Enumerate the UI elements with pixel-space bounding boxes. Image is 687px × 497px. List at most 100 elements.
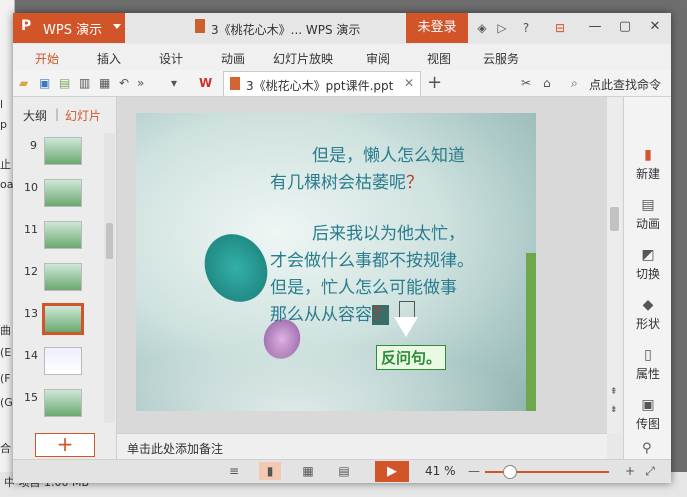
notes-placeholder: 单击此处添加备注 bbox=[127, 442, 224, 456]
canvas-scrollbar[interactable]: ⇞ ⇟ bbox=[607, 97, 622, 433]
new-doc-icon: ▮ bbox=[644, 147, 652, 163]
open-icon[interactable]: ▰ bbox=[19, 76, 33, 90]
feedback-icon[interactable]: ▷ bbox=[495, 21, 509, 35]
new-button[interactable]: ▮ 新建 bbox=[624, 143, 671, 187]
reading-view-icon[interactable]: ▤ bbox=[333, 462, 355, 480]
add-slide-button[interactable]: + bbox=[35, 433, 95, 457]
slide-number: 12 bbox=[24, 265, 38, 278]
tab-animation[interactable]: 动画 bbox=[221, 50, 245, 67]
tab-slides[interactable]: 幻灯片 bbox=[65, 107, 101, 124]
slide-number: 11 bbox=[24, 223, 38, 236]
transition-icon: ◩ bbox=[641, 247, 655, 263]
zoom-level: 41 % bbox=[425, 464, 456, 478]
shape-button[interactable]: ◆ 形状 bbox=[624, 293, 671, 337]
answer-box: 反问句。 bbox=[376, 345, 447, 370]
print-preview-icon[interactable]: ▦ bbox=[99, 76, 113, 90]
document-tab[interactable]: 3《桃花心木》ppt课件.ppt ✕ bbox=[223, 71, 421, 96]
title-bar: P WPS 演示 3《桃花心木》... WPS 演示 未登录 ◈ ▷ ? ⊟ —… bbox=[13, 13, 671, 43]
tab-outline[interactable]: 大纲 bbox=[23, 107, 47, 124]
slide-thumbnail-selected[interactable] bbox=[42, 303, 84, 335]
bg-text: 止 bbox=[0, 158, 11, 171]
slide-thumbnail[interactable] bbox=[44, 137, 82, 165]
properties-icon: ▯ bbox=[644, 347, 652, 363]
slide[interactable]: 但是，懒人怎么知道 有几棵树会枯萎呢？ 后来我以为他太忙， 才会做什么事都不按规… bbox=[136, 113, 536, 411]
login-button[interactable]: 未登录 bbox=[406, 13, 468, 43]
search-icon[interactable]: ⌕ bbox=[571, 76, 585, 90]
tab-view[interactable]: 视图 bbox=[427, 50, 451, 67]
shape-icon: ◆ bbox=[642, 297, 654, 313]
format-icon[interactable]: ⌂ bbox=[543, 76, 557, 90]
slide-number: 13 bbox=[24, 307, 38, 320]
skin-icon[interactable]: ◈ bbox=[475, 21, 489, 35]
slide-text-line: 那么从从容容？ bbox=[270, 305, 389, 325]
app-menu-button[interactable]: P WPS 演示 bbox=[13, 13, 125, 43]
slide-thumbnail[interactable] bbox=[44, 263, 82, 291]
fit-window-icon[interactable]: ⤢ bbox=[639, 462, 661, 480]
slide-panel: 大纲 | 幻灯片 9 10 11 12 13 14 15 + bbox=[13, 97, 117, 459]
bg-text: (G bbox=[0, 396, 13, 409]
search-command[interactable]: 点此查找命令 bbox=[589, 76, 661, 93]
scroll-thumb[interactable] bbox=[106, 223, 113, 259]
location-icon[interactable]: ⚲ bbox=[642, 441, 652, 456]
redo-icon[interactable]: » bbox=[137, 76, 151, 90]
print-icon[interactable]: ▥ bbox=[79, 76, 93, 90]
slide-text-line: 但是，懒人怎么知道 bbox=[312, 146, 465, 166]
export-pdf-icon[interactable]: ▤ bbox=[59, 76, 73, 90]
quick-toolbar: ▰ ▣ ▤ ▥ ▦ ↶ » ▾ W 3《桃花心木》ppt课件.ppt ✕ + ✂… bbox=[13, 70, 671, 97]
wps-cloud-icon[interactable]: W bbox=[199, 76, 213, 90]
save-icon[interactable]: ▣ bbox=[39, 76, 53, 90]
tab-slideshow[interactable]: 幻灯片放映 bbox=[273, 50, 333, 67]
help-icon[interactable]: ? bbox=[519, 21, 533, 35]
zoom-out-icon[interactable]: — bbox=[463, 462, 485, 480]
grass-decoration bbox=[526, 253, 536, 411]
slide-text-line: 后来我以为他太忙， bbox=[312, 224, 465, 244]
minimize-button[interactable]: — bbox=[587, 19, 603, 35]
properties-button[interactable]: ▯ 属性 bbox=[624, 343, 671, 387]
bg-text: p bbox=[0, 118, 7, 131]
slide-panel-scrollbar[interactable] bbox=[104, 133, 115, 423]
bg-text: l bbox=[0, 98, 4, 111]
document-icon bbox=[195, 19, 205, 33]
next-slide-icon[interactable]: ⇟ bbox=[610, 405, 618, 415]
task-pane: ▮ 新建 ▤ 动画 ◩ 切换 ◆ 形状 ▯ 属性 ▣ 传图 ⚲ bbox=[623, 97, 671, 459]
status-bar: ≡ ▮ ▦ ▤ ▶ 41 % — + ⤢ bbox=[13, 459, 671, 483]
bg-text: 合 bbox=[0, 442, 11, 455]
close-button[interactable]: ✕ bbox=[647, 19, 663, 35]
prev-slide-icon[interactable]: ⇞ bbox=[610, 387, 618, 397]
tools-icon[interactable]: ✂ bbox=[521, 76, 535, 90]
notes-toggle-icon[interactable]: ≡ bbox=[223, 462, 245, 480]
undo-icon[interactable]: ↶ bbox=[119, 76, 133, 90]
slide-text-line: 才会做什么事都不按规律。 bbox=[270, 251, 474, 271]
close-icon[interactable]: ✕ bbox=[404, 76, 414, 90]
upload-image-button[interactable]: ▣ 传图 bbox=[624, 393, 671, 437]
chevron-down-icon bbox=[113, 24, 121, 29]
slide-thumbnail[interactable] bbox=[44, 221, 82, 249]
tab-insert[interactable]: 插入 bbox=[97, 50, 121, 67]
slide-thumbnail[interactable] bbox=[44, 347, 82, 375]
animation-icon: ▤ bbox=[641, 197, 655, 213]
scroll-thumb[interactable] bbox=[610, 207, 619, 231]
new-tab-button[interactable]: + bbox=[427, 72, 442, 93]
notes-pane[interactable]: 单击此处添加备注 bbox=[117, 433, 607, 460]
zoom-in-icon[interactable]: + bbox=[619, 462, 641, 480]
slide-text-line: 有几棵树会枯萎呢？ bbox=[270, 173, 423, 193]
slide-number: 9 bbox=[30, 139, 37, 152]
slide-number: 15 bbox=[24, 391, 38, 404]
document-tab-label: 3《桃花心木》ppt课件.ppt bbox=[246, 79, 394, 93]
animation-button[interactable]: ▤ 动画 bbox=[624, 193, 671, 237]
tab-review[interactable]: 审阅 bbox=[366, 50, 390, 67]
tab-design[interactable]: 设计 bbox=[159, 50, 183, 67]
zoom-slider-handle[interactable] bbox=[503, 465, 517, 479]
play-slideshow-button[interactable]: ▶ bbox=[375, 461, 409, 482]
slide-thumbnail[interactable] bbox=[44, 389, 82, 417]
tab-home[interactable]: 开始 bbox=[35, 50, 59, 67]
chevron-down-icon[interactable]: ▾ bbox=[171, 76, 185, 90]
slide-sorter-icon[interactable]: ▦ bbox=[297, 462, 319, 480]
transition-button[interactable]: ◩ 切换 bbox=[624, 243, 671, 287]
normal-view-icon[interactable]: ▮ bbox=[259, 462, 281, 480]
maximize-button[interactable]: ▢ bbox=[617, 19, 633, 35]
slide-thumbnail[interactable] bbox=[44, 179, 82, 207]
tab-cloud[interactable]: 云服务 bbox=[483, 50, 519, 67]
ppt-file-icon bbox=[230, 77, 240, 90]
minimize-to-tray-icon[interactable]: ⊟ bbox=[553, 21, 567, 35]
